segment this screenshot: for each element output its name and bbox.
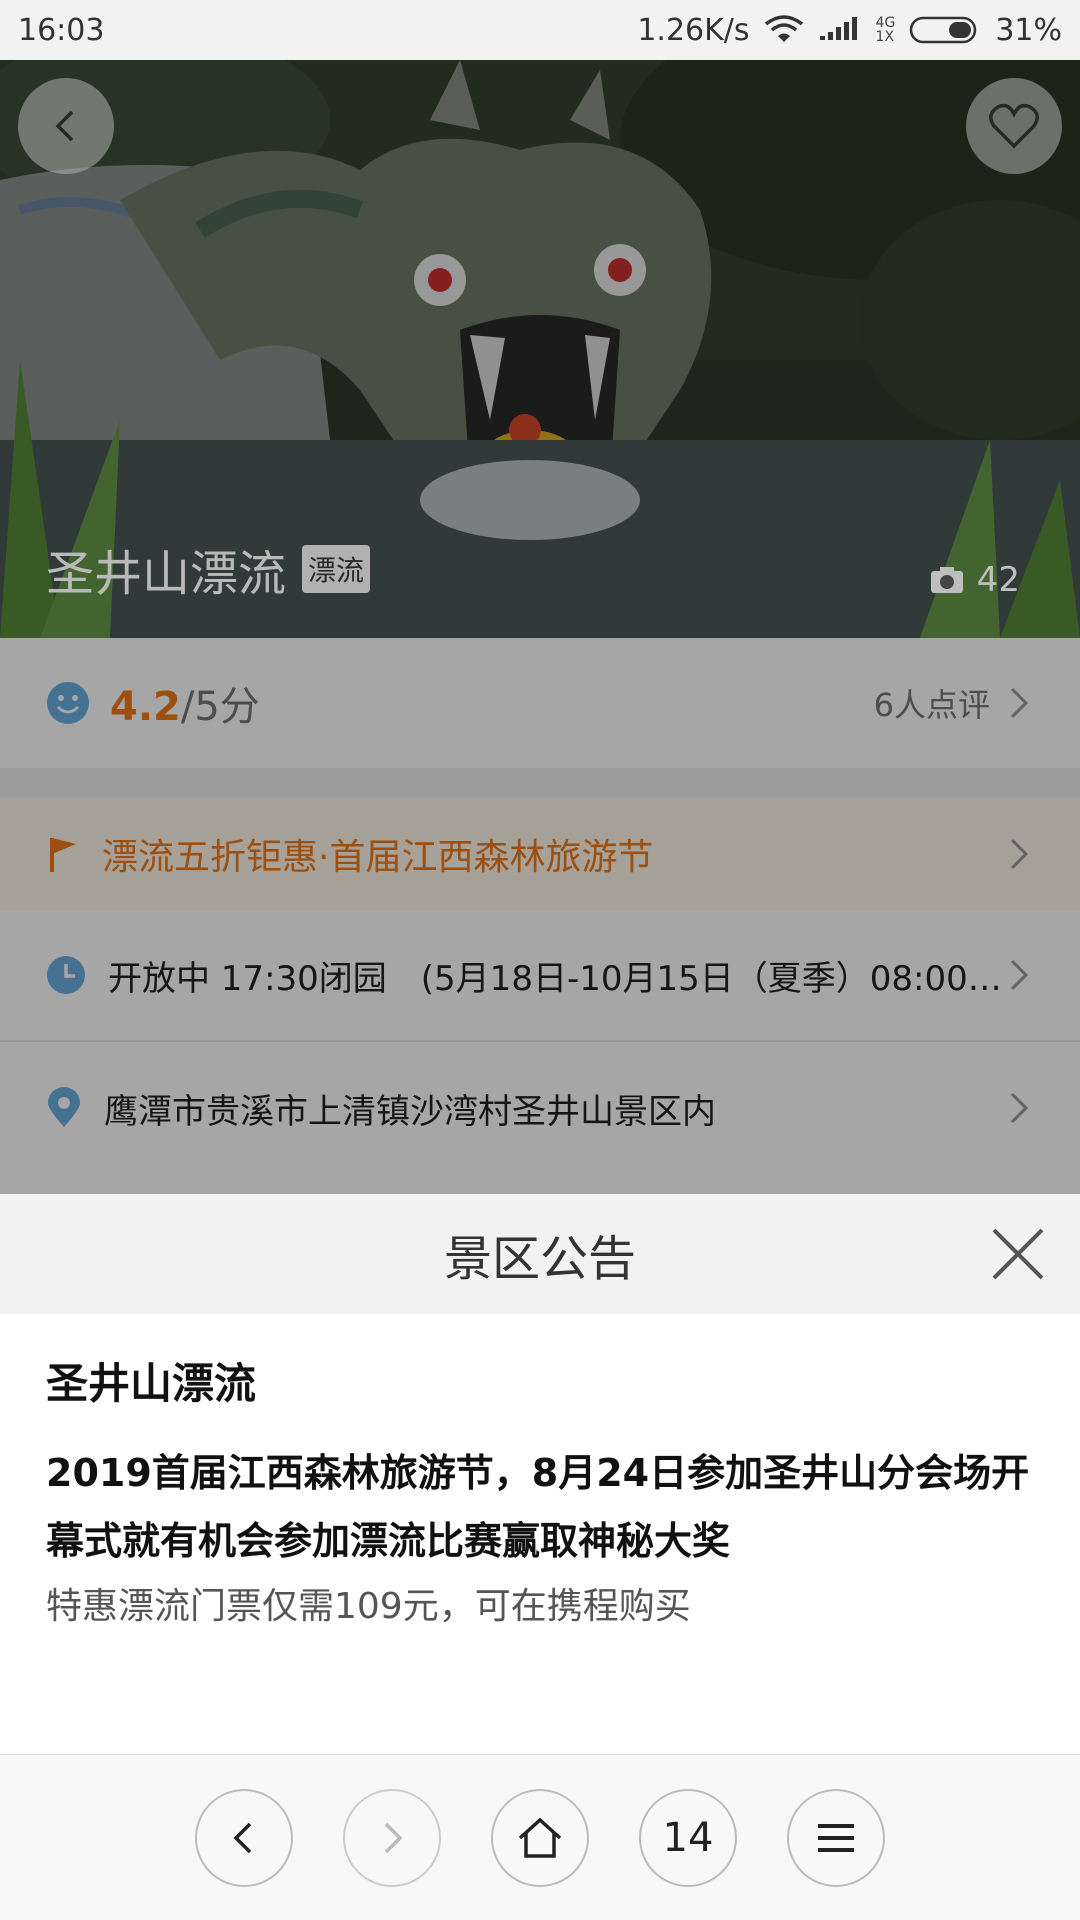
notice-title: 圣井山漂流 [46, 1359, 257, 1408]
status-time: 16:03 [18, 12, 105, 48]
home-icon [518, 1817, 562, 1858]
browser-tabs-button[interactable]: 14 [639, 1788, 737, 1887]
notice-header: 景区公告 [0, 1194, 1080, 1314]
status-bar: 16:03 1.26K/s 4G 1X 31% [0, 0, 1080, 60]
browser-forward-button[interactable] [343, 1788, 441, 1887]
network-type: 4G 1X [875, 15, 896, 45]
chevron-right-icon [384, 1822, 403, 1853]
browser-back-button[interactable] [195, 1788, 293, 1887]
notice-header-title: 景区公告 [443, 1231, 636, 1287]
signal-icon [819, 17, 857, 40]
tabs-count: 14 [662, 1814, 714, 1861]
notice-highlight: 2019首届江西森林旅游节，8月24日参加圣井山分会场开幕式就有机会参加漂流比赛… [46, 1451, 1030, 1563]
notice-text: 特惠漂流门票仅需109元，可在携程购买 [46, 1586, 691, 1627]
menu-icon [818, 1823, 854, 1852]
browser-bottom-nav: 14 [0, 1754, 1080, 1920]
modal-backdrop[interactable] [0, 638, 1080, 1194]
chevron-left-icon [233, 1822, 252, 1853]
browser-home-button[interactable] [491, 1788, 589, 1887]
browser-menu-button[interactable] [787, 1788, 885, 1887]
notice-sheet: 景区公告 圣井山漂流 2019首届江西森林旅游节，8月24日参加圣井山分会场开幕… [0, 1194, 1080, 1754]
notice-body: 圣井山漂流 2019首届江西森林旅游节，8月24日参加圣井山分会场开幕式就有机会… [0, 1314, 1080, 1639]
wifi-icon [764, 15, 803, 42]
network-speed: 1.26K/s [637, 12, 750, 48]
close-icon[interactable] [988, 1224, 1048, 1284]
modal-backdrop-top[interactable] [0, 60, 1080, 638]
battery-icon [910, 16, 977, 44]
battery-percent: 31% [995, 12, 1062, 48]
